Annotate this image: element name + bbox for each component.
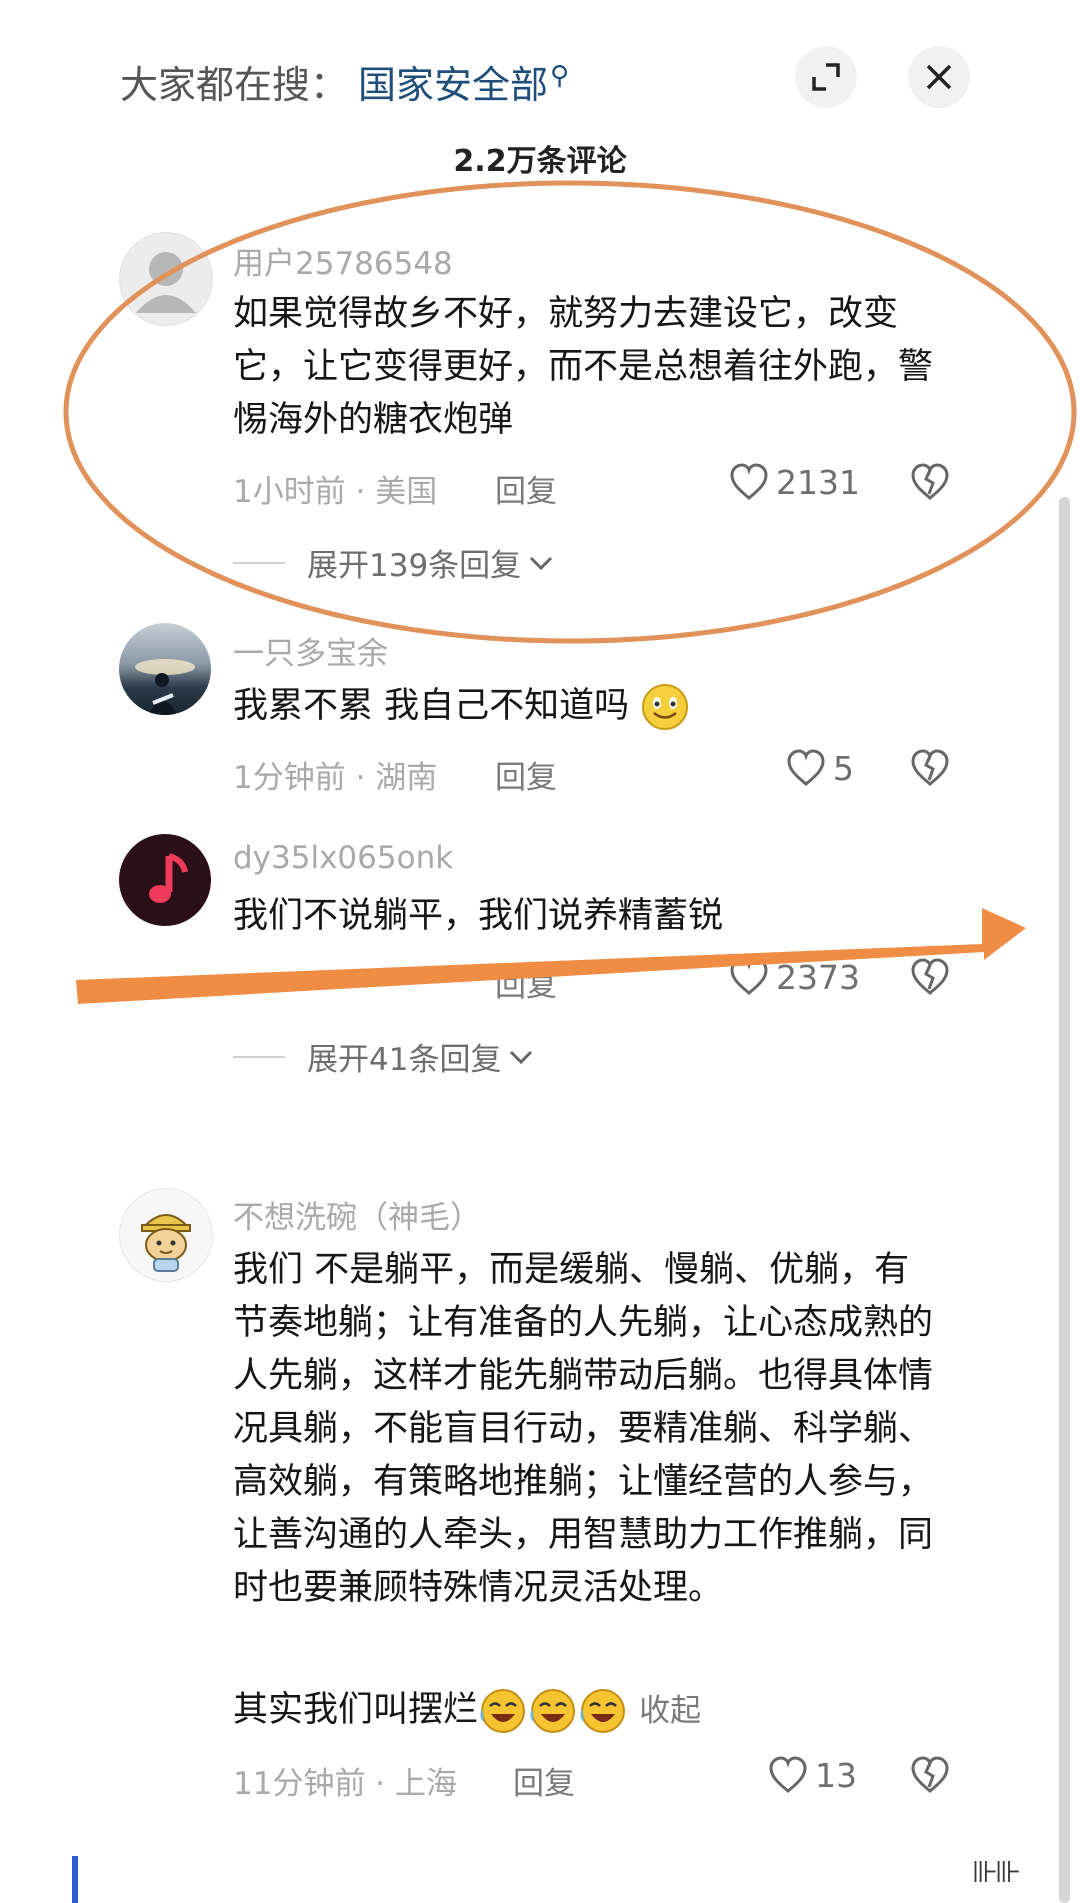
search-icon: ⚲ [550,61,570,92]
comment-meta: 1分钟前 · 湖南 [233,760,438,796]
broken-heart-icon [911,463,949,500]
comment-count: 2.2万条评论 [453,144,627,179]
expand-button[interactable] [795,46,857,108]
avatar[interactable] [119,623,211,715]
comment-time: 11分钟前 [233,1766,366,1802]
heart-icon [787,749,825,786]
like-button[interactable]: 2373 [728,957,860,997]
comment-meta: 11分钟前 · 上海 [233,1766,458,1802]
music-note-icon [149,853,188,903]
comment-text: 我们 不是躺平，而是缓躺、慢躺、优躺，有节奏地躺；让有准备的人先躺，让心态成熟的… [233,1250,934,1608]
like-button[interactable]: 13 [767,1755,857,1795]
reply-button[interactable]: 回复 [495,466,557,511]
close-button[interactable] [908,46,970,108]
dislike-button[interactable] [909,748,951,792]
divider [233,561,285,564]
broken-heart-icon [911,1756,949,1793]
dislike-button[interactable] [909,462,951,506]
close-icon [926,64,952,90]
comment-username[interactable]: 一只多宝余 [233,628,388,673]
cartoon-avatar-icon [141,1214,191,1272]
collapse-button[interactable]: 收起 [639,1693,701,1729]
smile-emoji-icon [642,684,689,730]
expand-replies-button[interactable]: 展开139条回复 [233,540,555,585]
chevron-down-icon [530,556,553,570]
comment-username[interactable]: dy35lx065onk [233,840,453,876]
like-count: 2131 [776,462,860,502]
heart-icon [730,958,768,995]
comment-text: 我们不说躺平，我们说养精蓄锐 [233,896,724,936]
divider [233,1055,285,1058]
dislike-button[interactable] [909,957,951,1001]
search-prefix: 大家都在搜： [120,63,349,107]
comment-time: 1小时前 [233,474,346,510]
heart-icon [769,1756,807,1793]
search-suggestion[interactable]: 大家都在搜： 国家安全部⚲ [120,54,569,109]
comment-text: 如果觉得故乡不好，就努力去建设它，改变它，让它变得更好，而不是总想着往外跑，警惕… [233,294,934,440]
reply-button[interactable]: 回复 [495,960,557,1005]
avatar[interactable] [119,232,213,326]
reply-button[interactable]: 回复 [495,752,557,797]
comment-text-last-line: 其实我们叫摆烂 收起 [233,1684,993,1738]
comment-username[interactable]: 不想洗碗（神毛） [233,1192,481,1237]
dislike-button[interactable] [909,1755,951,1799]
bottom-accent-bar [72,1856,78,1903]
chevron-down-icon [510,1050,533,1064]
watermark: ⊪⊪ [972,1855,1021,1890]
comment-username[interactable]: 用户25786548 [233,238,453,283]
like-count: 2373 [776,957,860,997]
broken-heart-icon [911,749,949,786]
like-button[interactable]: 5 [785,748,854,788]
comment-meta: 1小时前 · 美国 [233,474,438,510]
scrollbar[interactable] [1059,497,1070,1903]
expand-icon [812,63,840,91]
heart-icon [730,463,768,500]
avatar[interactable] [119,834,211,926]
comment-time: 1分钟前 [233,760,346,796]
default-user-icon [136,252,196,313]
search-term-link[interactable]: 国家安全部⚲ [358,61,570,107]
broken-heart-icon [911,958,949,995]
comment-text: 我累不累 我自己不知道吗 [233,680,753,733]
expand-replies-button[interactable]: 展开41条回复 [233,1034,535,1079]
avatar[interactable] [119,1188,213,1282]
laugh-cry-emoji-icon [480,1689,626,1733]
comment-location: 上海 [395,1766,458,1802]
comment-location: 美国 [375,474,438,510]
reply-button[interactable]: 回复 [513,1758,575,1803]
like-count: 5 [833,748,854,788]
like-count: 13 [815,1755,857,1795]
avatar-photo [135,659,195,715]
comment-location: 湖南 [375,760,438,796]
like-button[interactable]: 2131 [728,462,860,502]
